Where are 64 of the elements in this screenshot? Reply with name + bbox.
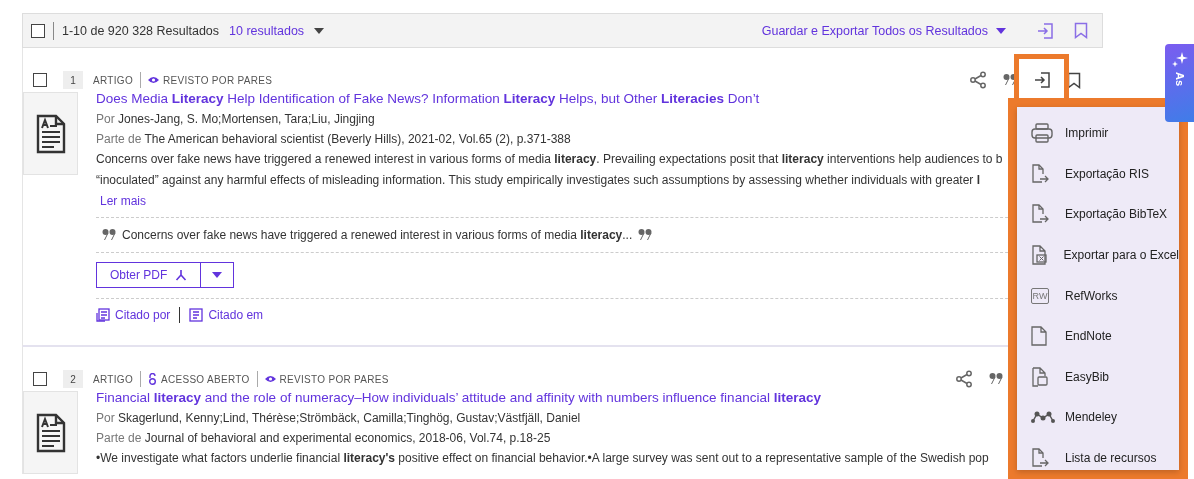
file-export-icon [1031,448,1049,469]
export-icon[interactable] [1033,71,1051,89]
printer-icon [1031,123,1053,144]
description-text: •We investigate what factors underlie financial literacy's positive effect on financial behavior.•A large survey was sent out to a representative sample of the Swedish pop [96,450,989,467]
export-menu-item[interactable]: Exportar para o Excel [1017,234,1179,276]
source-line: Parte de The American behavioral scientist (Beverly Hills), 2021-02, Vol.65 (2), p.371-388 [96,131,571,148]
cited-in-link[interactable]: Citado em [189,308,264,322]
open-lock-icon [147,373,157,385]
result-checkbox[interactable] [33,372,47,386]
result-title[interactable]: Financial literacy and the role of numeracy–How individuals’ attitude and affinity with numbers influence financial literacy [96,388,821,408]
export-menu-item[interactable]: Lista de recursos [1017,437,1179,479]
save-export-all-button[interactable]: Guardar e Exportar Todos os Resultados [761,23,1006,38]
result-type: ARTIGO [93,74,133,86]
source-line: Parte de Journal of behavioral and experimental economics, 2018-06, Vol.74, p.18-25 [96,430,551,447]
authors-line: Por Skagerlund, Kenny;Lind, Thérèse;Strömbäck, Camilla;Tinghög, Gustav;Västfjäll, Daniel [96,410,581,427]
results-per-page-dropdown[interactable]: 10 resultados [229,23,325,38]
read-more-link[interactable]: Ler mais [96,191,146,211]
quote-icon[interactable] [1003,73,1017,87]
mendeley-icon [1031,410,1055,425]
export-menu-item[interactable]: EasyBib [1017,356,1179,398]
spreadsheet-file-icon [1031,245,1049,266]
file-icon [1031,326,1047,347]
eye-icon [264,375,276,383]
citation-list-icon [189,308,204,322]
file-export-icon [1031,204,1049,225]
caret-icon [996,27,1006,34]
authors-line: Por Jones-Jang, S. Mo;Mortensen, Tara;Liu, Jingjing [96,111,375,128]
pdf-icon [175,269,188,281]
export-menu-item[interactable]: Mendeley [1017,397,1179,438]
close-quote-icon [638,228,653,242]
bookmark-icon[interactable] [1067,71,1081,89]
share-icon[interactable] [955,370,973,388]
description-text: Concerns over fake news have triggered a renewed interest in various forms of media literacy. Prevailing expectations posit that literacy interventions help audiences to b [96,151,1003,168]
assistant-tab[interactable]: As [1165,44,1194,122]
result-type: ARTIGO [93,373,133,385]
document-icon [35,412,66,453]
export-menu-item[interactable]: RW RefWorks [1017,275,1179,316]
export-menu-item[interactable]: EndNote [1017,315,1179,357]
refworks-icon: RW [1031,287,1049,304]
quote-icon[interactable] [989,372,1003,386]
export-menu-item[interactable]: Exportação BibTeX [1017,194,1179,235]
export-menu-item[interactable]: Exportação RIS [1017,153,1179,195]
result-count: 1-10 de 920 328 Resultados [62,23,220,38]
file-export-icon [1031,163,1049,184]
share-icon[interactable] [969,71,987,89]
result-number: 2 [63,370,83,388]
description-text: “inoculated” against any harmful effects of misleading information. This study empirically investigates such assumptions by assessing whether individuals with greater l [96,172,980,189]
document-icon [35,113,66,154]
badge-label: REVISTO POR PARES [162,74,273,86]
select-all-checkbox[interactable] [31,23,45,38]
caret-icon [212,272,223,278]
eye-icon [147,76,159,84]
result-checkbox[interactable] [33,73,47,87]
caret-icon [314,27,325,34]
result-title[interactable]: Does Media Literacy Help Identification of Fake News? Information Literacy Helps, but Other Literacies Don’t [96,89,760,109]
cited-by-link[interactable]: Citado por [96,308,171,322]
badge-label: REVISTO POR PARES [279,373,389,385]
file-stack-icon [1031,366,1049,387]
result-number: 1 [63,71,83,89]
citation-list-icon [96,308,110,322]
open-quote-icon [102,228,116,242]
badge-label: ACESSO ABERTO [160,373,250,385]
sparkle-icon [1171,52,1188,68]
snippet-text: Concerns over fake news have triggered a renewed interest in various forms of media literacy... [122,228,633,242]
